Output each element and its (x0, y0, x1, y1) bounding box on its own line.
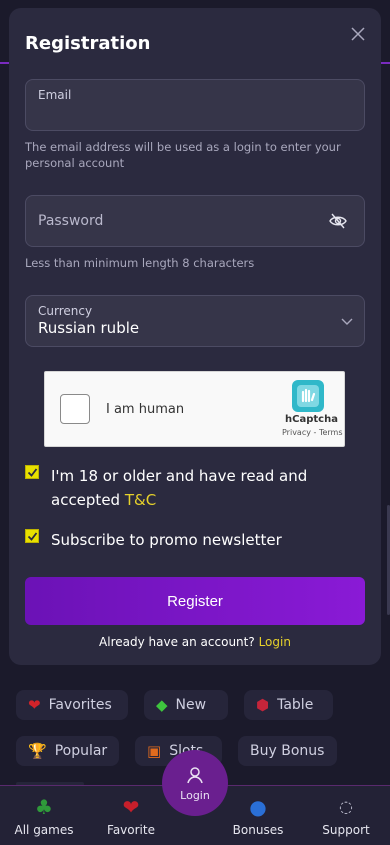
hcaptcha-widget: I am human hCaptcha Privacy - Terms (44, 371, 345, 447)
nav-label: Bonuses (232, 823, 284, 837)
chip-new[interactable]: ◆ New (144, 690, 228, 720)
newsletter-label: Subscribe to promo newsletter (51, 531, 282, 549)
chip-label: Favorites (48, 697, 112, 713)
password-placeholder: Password (38, 213, 104, 229)
hcaptcha-logo-icon (292, 380, 324, 412)
trophy-icon: 🏆 (28, 742, 47, 760)
age-confirm-checkbox[interactable] (25, 465, 39, 479)
clover-icon: ♣ (35, 795, 53, 819)
close-icon[interactable] (348, 24, 368, 44)
nav-support[interactable]: ◌ Support (306, 786, 386, 845)
chip-label: New (175, 697, 207, 713)
newsletter-row: Subscribe to promo newsletter (25, 528, 355, 552)
captcha-brand: hCaptcha (285, 414, 338, 425)
checkmark-icon (27, 467, 37, 477)
login-prompt: Already have an account? Login (9, 635, 381, 649)
captcha-checkbox[interactable] (60, 394, 90, 424)
user-icon (187, 766, 203, 783)
chip-buy-bonus[interactable]: Buy Bonus (238, 736, 337, 766)
login-prompt-text: Already have an account? (99, 635, 259, 649)
nav-label: Support (322, 823, 370, 837)
nav-label: All games (14, 823, 74, 837)
chip-label: Table (277, 697, 314, 713)
currency-label: Currency (38, 304, 93, 318)
chip-table[interactable]: ⬢ Table (244, 690, 333, 720)
eye-off-icon[interactable] (328, 211, 348, 231)
modal-title: Registration (25, 33, 151, 54)
chip-favorites[interactable]: ❤ Favorites (16, 690, 128, 720)
money-bag-icon: ● (249, 795, 267, 819)
currency-select[interactable]: Currency Russian ruble (25, 295, 365, 347)
chip-label: Buy Bonus (250, 743, 325, 759)
captcha-label: I am human (106, 402, 185, 417)
registration-modal: Registration Email The email address wil… (9, 8, 381, 665)
password-hint: Less than minimum length 8 characters (25, 256, 255, 270)
dice-icon: ⬢ (256, 696, 270, 714)
chat-bubble-icon: ◌ (339, 797, 353, 816)
password-field[interactable]: Password (25, 195, 365, 247)
newsletter-checkbox[interactable] (25, 529, 39, 543)
nav-favorite[interactable]: ❤ Favorite (91, 786, 171, 845)
nav-label: Login (180, 788, 210, 802)
nav-login-button[interactable]: Login (162, 750, 228, 816)
chevron-down-icon (341, 318, 353, 325)
slot-machine-icon: ▣ (147, 742, 162, 760)
register-button[interactable]: Register (25, 577, 365, 625)
age-confirm-text: I'm 18 or older and have read and accept… (51, 464, 355, 512)
terms-link[interactable]: T&C (125, 491, 156, 509)
heart-icon: ❤ (122, 795, 140, 819)
currency-value: Russian ruble (38, 319, 140, 337)
nav-label: Favorite (107, 823, 155, 837)
chip-popular[interactable]: 🏆 Popular (16, 736, 119, 766)
login-link[interactable]: Login (259, 635, 291, 649)
age-confirm-row: I'm 18 or older and have read and accept… (25, 464, 355, 512)
nav-bonuses[interactable]: ● Bonuses (218, 786, 298, 845)
email-hint: The email address will be used as a logi… (25, 140, 341, 170)
diamond-icon: ◆ (156, 696, 168, 714)
chip-label: Popular (54, 743, 108, 759)
email-field[interactable]: Email (25, 79, 365, 131)
heart-icon: ❤ (28, 696, 41, 714)
email-input[interactable] (38, 102, 338, 126)
age-confirm-label: I'm 18 or older and have read and accept… (51, 467, 308, 509)
captcha-legal-link[interactable]: Privacy - Terms (282, 428, 343, 437)
nav-all-games[interactable]: ♣ All games (4, 786, 84, 845)
email-label: Email (38, 88, 72, 102)
checkmark-icon (27, 531, 37, 541)
